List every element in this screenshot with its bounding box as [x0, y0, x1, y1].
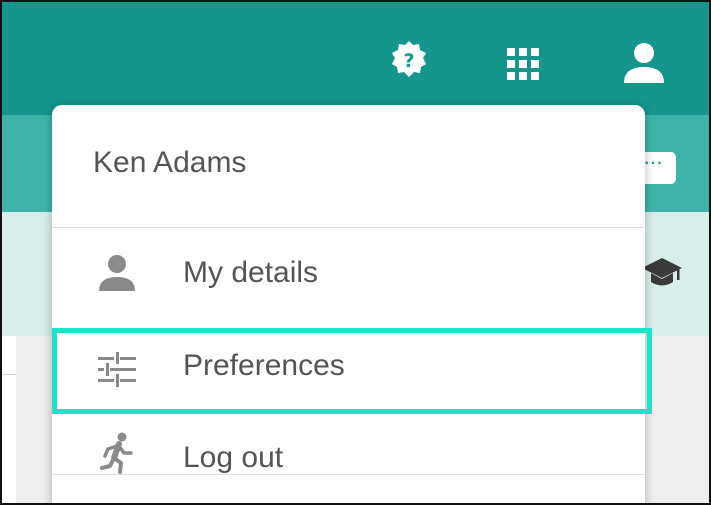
svg-text:?: ?: [403, 50, 414, 72]
menu-item-log-out[interactable]: Log out: [52, 414, 645, 503]
preferences-highlight-outline: [52, 328, 652, 414]
running-person-icon: [100, 432, 133, 474]
menu-item-label: My details: [183, 256, 319, 289]
menu-divider: [52, 474, 645, 475]
top-app-bar: [2, 2, 709, 115]
help-icon[interactable]: ?: [388, 40, 430, 82]
screen-frame: ··· ? Ken Adams My details Preferences L…: [0, 0, 711, 505]
left-list-stub: [2, 336, 16, 503]
user-menu-header: Ken Adams: [52, 105, 645, 228]
person-icon: [99, 255, 135, 291]
graduation-cap-icon: [642, 258, 682, 286]
apps-grid-icon[interactable]: [505, 46, 541, 82]
account-icon[interactable]: [622, 42, 666, 84]
list-divider: [2, 374, 16, 375]
user-menu: Ken Adams My details Preferences Log out: [52, 105, 645, 503]
menu-item-label: Log out: [183, 441, 284, 474]
menu-item-my-details[interactable]: My details: [52, 228, 645, 320]
user-name: Ken Adams: [93, 146, 247, 179]
